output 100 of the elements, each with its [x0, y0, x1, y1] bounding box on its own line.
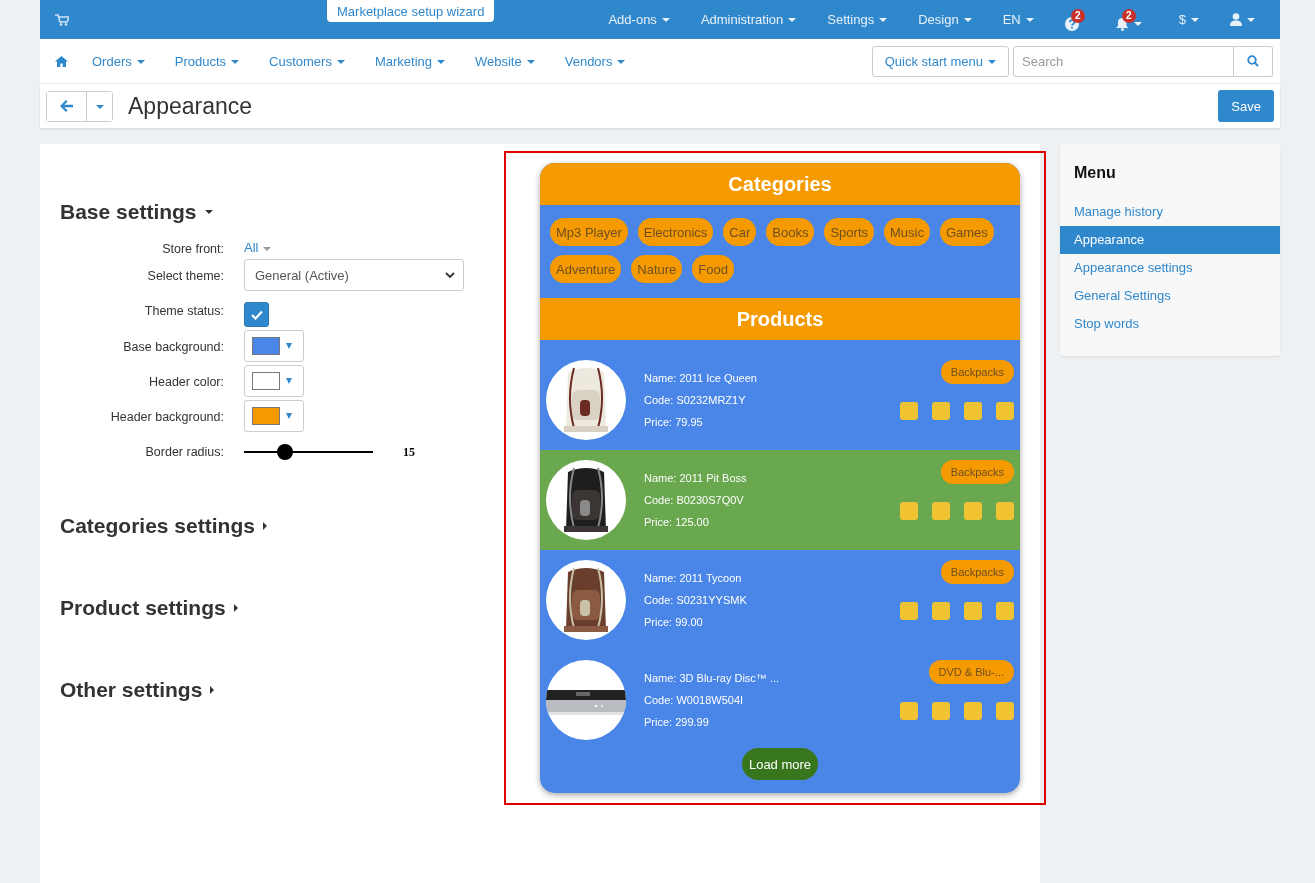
- theme-select[interactable]: General (Active): [244, 259, 464, 291]
- category-tag[interactable]: Backpacks: [940, 460, 1014, 484]
- category-tag[interactable]: Backpacks: [940, 360, 1014, 384]
- product-code: Code: S0231YYSMK: [644, 594, 748, 606]
- field-label: Header background:: [109, 409, 224, 424]
- cart-icon: [55, 13, 69, 26]
- product-name: Name: 2011 Ice Queen: [644, 372, 758, 384]
- category-chip[interactable]: Food: [692, 255, 734, 283]
- notification-count: 2: [1070, 8, 1085, 23]
- field-label: Border radius:: [144, 444, 224, 459]
- caret-icon: [1247, 17, 1255, 22]
- caret-icon: [788, 17, 797, 22]
- product-price: Price: 99.00: [644, 616, 704, 628]
- menu-item[interactable]: Manage history: [1060, 198, 1280, 226]
- user-button[interactable]: [1230, 13, 1255, 26]
- category-chip[interactable]: Nature: [631, 255, 683, 283]
- caret-icon: [263, 246, 272, 251]
- category-chip[interactable]: Books: [766, 218, 815, 246]
- menu-item[interactable]: General Settings: [1060, 282, 1280, 310]
- category-chip[interactable]: Mp3 Player: [550, 218, 628, 246]
- nav-menu[interactable]: Website: [475, 53, 535, 69]
- nav-menu[interactable]: Vendors: [564, 53, 626, 69]
- help-button[interactable]: 2: [1064, 8, 1085, 31]
- caret-icon: [336, 60, 345, 65]
- caret-icon: [526, 60, 535, 65]
- menu-button[interactable]: Design: [918, 12, 972, 27]
- caret-icon: [963, 17, 972, 22]
- section-heading[interactable]: Product settings: [60, 592, 504, 624]
- color-picker[interactable]: [244, 365, 304, 397]
- category-chip[interactable]: Sports: [824, 218, 874, 246]
- product-row[interactable]: Name: 2011 Tycoon Code: S0231YYSMK Price: 99.00 Backpacks: [540, 550, 1020, 650]
- caret-icon: [95, 105, 104, 109]
- slider-value: 15: [403, 444, 415, 460]
- field-label: Theme status:: [143, 303, 224, 318]
- wizard-button[interactable]: Marketplace setup wizard: [327, 0, 495, 22]
- category-tag[interactable]: DVD & Blu-...: [928, 660, 1014, 684]
- category-chip[interactable]: Music: [884, 218, 930, 246]
- caret-icon: [231, 60, 240, 65]
- section-heading[interactable]: Other settings: [60, 674, 504, 706]
- quick-start-button[interactable]: Quick start menu: [871, 45, 1009, 77]
- save-button[interactable]: Save: [1218, 90, 1274, 122]
- product-row[interactable]: Name: 2011 Pit Boss Code: B0230S7Q0V Price: 125.00 Backpacks: [540, 450, 1020, 550]
- product-code: Code: W0018W504I: [644, 694, 745, 706]
- product-price: Price: 125.00: [644, 516, 710, 528]
- arrow-left-icon: [60, 100, 73, 112]
- menu-button[interactable]: Administration: [700, 12, 797, 27]
- check-icon: [250, 309, 263, 320]
- caret-icon: [1025, 17, 1034, 22]
- product-code: Code: B0230S7Q0V: [644, 494, 745, 506]
- caret-icon: [286, 343, 292, 349]
- checkbox[interactable]: [244, 302, 269, 327]
- color-picker[interactable]: [244, 330, 304, 362]
- caret-icon: [879, 17, 888, 22]
- currency-button[interactable]: $: [1178, 12, 1199, 27]
- load-more-button[interactable]: Load more: [741, 748, 819, 780]
- menu-item[interactable]: Appearance: [1060, 226, 1280, 254]
- caret-icon: [286, 413, 292, 419]
- category-chip[interactable]: Electronics: [637, 218, 714, 246]
- section-heading[interactable]: Categories settings: [60, 510, 504, 542]
- notifications-button[interactable]: 2: [1115, 8, 1148, 31]
- product-code: Code: S0232MRZ1Y: [644, 394, 747, 406]
- section-header: Products: [540, 298, 1020, 340]
- product-name: Name: 2011 Pit Boss: [644, 472, 748, 484]
- menu-item[interactable]: Appearance settings: [1060, 254, 1280, 282]
- field-label: Header color:: [147, 374, 224, 389]
- search-field[interactable]: Search: [1013, 45, 1234, 77]
- caret-icon: [988, 60, 996, 65]
- category-tag[interactable]: Backpacks: [940, 560, 1014, 584]
- notification-count: 2: [1121, 8, 1136, 23]
- chevron-down-icon: [445, 271, 455, 279]
- search-icon: [1247, 55, 1259, 67]
- color-picker[interactable]: [244, 400, 304, 432]
- caret-icon: [1133, 21, 1142, 26]
- product-row[interactable]: Name: 2011 Ice Queen Code: S0232MRZ1Y Price: 79.95 Backpacks: [540, 350, 1020, 450]
- section-heading[interactable]: Base settings: [60, 196, 504, 228]
- nav-menu[interactable]: Products: [174, 53, 240, 69]
- nav-menu[interactable]: Customers: [269, 53, 345, 69]
- caret-icon: [617, 60, 626, 65]
- product-row[interactable]: Name: 3D Blu-ray Disc™ ... Code: W0018W504I Price: 299.99 DVD & Blu-...: [540, 650, 1020, 750]
- field-label: Select theme:: [146, 268, 224, 283]
- caret-icon: [286, 378, 292, 384]
- menu-title: Menu: [1074, 164, 1117, 182]
- product-price: Price: 79.95: [644, 416, 704, 428]
- category-chip[interactable]: Car: [723, 218, 757, 246]
- product-name: Name: 3D Blu-ray Disc™ ...: [644, 672, 781, 684]
- category-chip[interactable]: Games: [939, 218, 994, 246]
- search-button[interactable]: [1234, 45, 1273, 77]
- home-icon: [55, 55, 68, 67]
- store-front-link[interactable]: All: [244, 240, 272, 255]
- menu-button[interactable]: Add-ons: [608, 12, 670, 27]
- nav-menu[interactable]: Marketing: [374, 53, 445, 69]
- menu-item[interactable]: Stop words: [1060, 310, 1280, 338]
- back-button[interactable]: [47, 91, 87, 121]
- menu-button[interactable]: Settings: [827, 12, 888, 27]
- menu-button[interactable]: EN: [1002, 12, 1034, 27]
- field-label: Base background:: [122, 339, 224, 354]
- nav-menu[interactable]: Orders: [92, 53, 145, 69]
- caret-icon: [1191, 17, 1199, 22]
- slider-thumb[interactable]: [277, 444, 294, 460]
- category-chip[interactable]: Adventure: [550, 255, 622, 283]
